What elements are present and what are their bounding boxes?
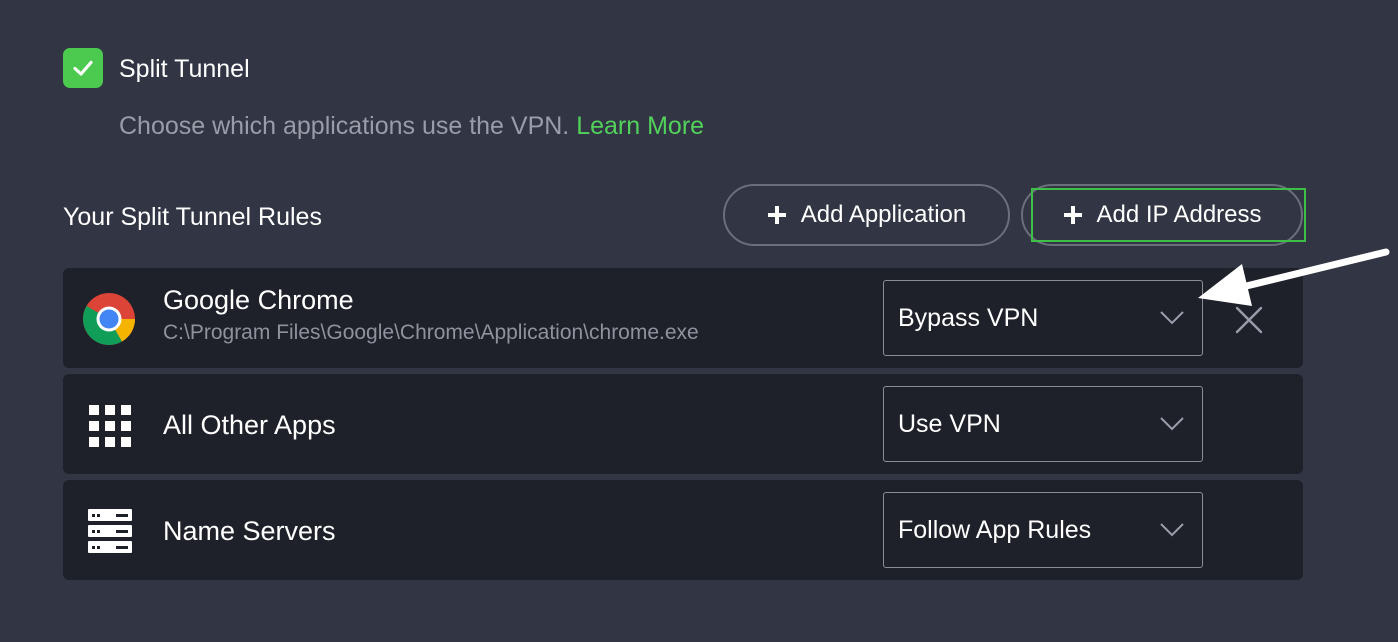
apps-grid-icon [88,404,132,448]
app-path: C:\Program Files\Google\Chrome\Applicati… [163,321,699,344]
add-application-label: Add Application [800,201,967,228]
mode-select-name-servers[interactable]: Follow App Rules [883,492,1203,568]
split-tunnel-label: Split Tunnel [119,55,250,83]
checkmark-icon [73,60,93,76]
add-ip-address-label: Add IP Address [1096,201,1262,228]
plus-icon [1063,205,1083,225]
chevron-down-icon [1160,523,1184,537]
mode-select-value: Follow App Rules [898,515,1092,544]
split-tunnel-description: Choose which applications use the VPN. L… [119,110,704,142]
server-icon [86,507,134,555]
chevron-down-icon [1160,417,1184,431]
add-ip-address-button[interactable]: Add IP Address [1021,184,1303,246]
mode-select-value: Use VPN [898,409,1001,438]
chevron-down-icon [1160,311,1184,325]
mode-select-value: Bypass VPN [898,303,1039,332]
plus-icon [767,205,787,225]
chrome-icon [82,292,136,346]
app-name: All Other Apps [163,410,336,440]
split-tunnel-checkbox[interactable] [63,48,103,88]
annotation-arrow-icon [1198,248,1390,306]
description-text: Choose which applications use the VPN. [119,112,570,140]
add-application-button[interactable]: Add Application [723,184,1010,246]
mode-select-all-other-apps[interactable]: Use VPN [883,386,1203,462]
rules-heading: Your Split Tunnel Rules [63,203,322,231]
app-name: Name Servers [163,516,336,546]
mode-select-google-chrome[interactable]: Bypass VPN [883,280,1203,356]
app-name: Google Chrome [163,285,354,315]
learn-more-link[interactable]: Learn More [576,112,704,140]
